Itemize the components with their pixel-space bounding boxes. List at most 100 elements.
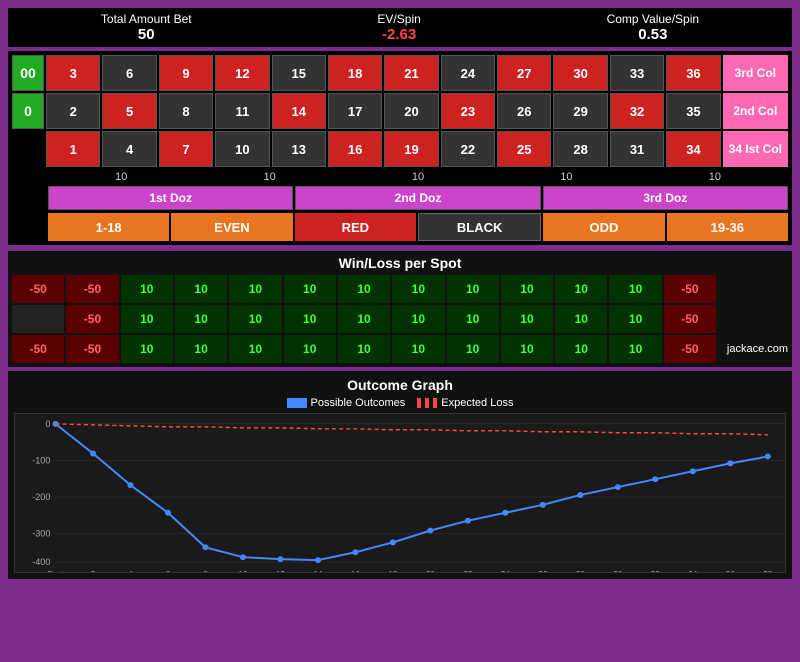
ev-label: EV/Spin (377, 12, 420, 26)
col-2nd[interactable]: 2nd Col (723, 93, 788, 129)
street-3[interactable]: 10 (345, 169, 491, 183)
svg-text:-100: -100 (32, 455, 50, 465)
stats-header: Total Amount Bet 50 EV/Spin -2.63 Comp V… (8, 8, 792, 47)
number-cell-36[interactable]: 36 (666, 55, 720, 91)
col-3rd[interactable]: 3rd Col (723, 55, 788, 91)
bet-1-18[interactable]: 1-18 (48, 213, 169, 241)
svg-text:4: 4 (128, 570, 133, 572)
bet-odd[interactable]: ODD (543, 213, 664, 241)
legend-possible-label: Possible Outcomes (311, 397, 406, 409)
dozens-row: 1st Doz 2nd Doz 3rd Doz (48, 186, 788, 210)
number-cell-30[interactable]: 30 (553, 55, 607, 91)
street-5[interactable]: 10 (642, 169, 788, 183)
svg-text:30: 30 (613, 570, 623, 572)
number-cell-5[interactable]: 5 (102, 93, 156, 129)
outside-bets: 1-18 EVEN RED BLACK ODD 19-36 (48, 213, 788, 241)
svg-text:26: 26 (538, 570, 548, 572)
number-cell-34[interactable]: 34 (666, 131, 720, 167)
number-cell-10[interactable]: 10 (215, 131, 269, 167)
number-cell-35[interactable]: 35 (666, 93, 720, 129)
wl-cell-2-1: -50 (66, 305, 118, 333)
wl-cell-1-7: 10 (392, 275, 444, 303)
number-cell-9[interactable]: 9 (159, 55, 213, 91)
graph-area: 0 -100 -200 -300 -400 Start 2 4 6 8 10 1… (14, 413, 786, 573)
ev-block: EV/Spin -2.63 (377, 12, 420, 43)
bet-19-36[interactable]: 19-36 (667, 213, 788, 241)
comp-block: Comp Value/Spin 0.53 (607, 12, 700, 43)
number-cell-3[interactable]: 3 (46, 55, 100, 91)
number-cell-13[interactable]: 13 (272, 131, 326, 167)
wl-cell-1-4: 10 (229, 275, 281, 303)
svg-text:8: 8 (203, 570, 208, 572)
dozen-1st[interactable]: 1st Doz (48, 186, 293, 210)
graph-svg: 0 -100 -200 -300 -400 Start 2 4 6 8 10 1… (15, 414, 785, 572)
wl-cell-3-2: 10 (121, 335, 173, 363)
number-cell-32[interactable]: 32 (610, 93, 664, 129)
number-cell-18[interactable]: 18 (328, 55, 382, 91)
winloss-grid: -50 -50 10 10 10 10 10 10 10 10 10 10 -5… (12, 275, 788, 363)
number-cell-2[interactable]: 2 (46, 93, 100, 129)
street-2[interactable]: 10 (196, 169, 342, 183)
number-cell-28[interactable]: 28 (553, 131, 607, 167)
dozen-3rd[interactable]: 3rd Doz (543, 186, 788, 210)
wl-cell-2-3: 10 (175, 305, 227, 333)
number-cell-19[interactable]: 19 (384, 131, 438, 167)
number-cell-33[interactable]: 33 (610, 55, 664, 91)
number-cell-17[interactable]: 17 (328, 93, 382, 129)
zero-00[interactable]: 00 (12, 55, 44, 91)
svg-text:22: 22 (463, 570, 473, 572)
wl-cell-3-10: 10 (555, 335, 607, 363)
number-cell-7[interactable]: 7 (159, 131, 213, 167)
wl-cell-1-1: -50 (66, 275, 118, 303)
number-cell-14[interactable]: 14 (272, 93, 326, 129)
svg-text:38: 38 (763, 570, 773, 572)
svg-text:6: 6 (166, 570, 171, 572)
number-cell-31[interactable]: 31 (610, 131, 664, 167)
graph-title: Outcome Graph (14, 377, 786, 393)
wl-cell-3-8: 10 (447, 335, 499, 363)
bet-red[interactable]: RED (295, 213, 416, 241)
legend-expected-label: Expected Loss (441, 397, 513, 409)
svg-text:-200: -200 (32, 492, 50, 502)
number-cell-15[interactable]: 15 (272, 55, 326, 91)
zero-0[interactable]: 0 (12, 93, 44, 129)
comp-value: 0.53 (607, 26, 700, 43)
number-cell-4[interactable]: 4 (102, 131, 156, 167)
street-1[interactable]: 10 (48, 169, 194, 183)
wl-cell-2-5: 10 (284, 305, 336, 333)
dozen-2nd[interactable]: 2nd Doz (295, 186, 540, 210)
total-bet-block: Total Amount Bet 50 (101, 12, 192, 43)
svg-text:34: 34 (688, 570, 698, 572)
wl-cell-1-6: 10 (338, 275, 390, 303)
bet-black[interactable]: BLACK (418, 213, 541, 241)
legend-possible: Possible Outcomes (287, 397, 406, 409)
wl-cell-3-9: 10 (501, 335, 553, 363)
svg-text:24: 24 (501, 570, 511, 572)
svg-text:-300: -300 (32, 529, 50, 539)
number-cell-20[interactable]: 20 (384, 93, 438, 129)
number-cell-16[interactable]: 16 (328, 131, 382, 167)
svg-text:14: 14 (313, 570, 323, 572)
graph-legend: Possible Outcomes Expected Loss (14, 397, 786, 409)
number-cell-21[interactable]: 21 (384, 55, 438, 91)
total-bet-label: Total Amount Bet (101, 12, 192, 26)
number-cell-24[interactable]: 24 (441, 55, 495, 91)
number-cell-1[interactable]: 1 (46, 131, 100, 167)
number-cell-12[interactable]: 12 (215, 55, 269, 91)
street-4[interactable]: 10 (493, 169, 639, 183)
number-cell-6[interactable]: 6 (102, 55, 156, 91)
number-cell-26[interactable]: 26 (497, 93, 551, 129)
col-1st[interactable]: 34 Ist Col (723, 131, 788, 167)
number-cell-23[interactable]: 23 (441, 93, 495, 129)
number-cell-29[interactable]: 29 (553, 93, 607, 129)
board-bottom: 10 10 10 10 10 (12, 169, 788, 183)
wl-cell-1-5: 10 (284, 275, 336, 303)
number-cell-11[interactable]: 11 (215, 93, 269, 129)
number-cell-22[interactable]: 22 (441, 131, 495, 167)
zeros-column: 00 0 (12, 55, 44, 167)
number-cell-27[interactable]: 27 (497, 55, 551, 91)
number-cell-25[interactable]: 25 (497, 131, 551, 167)
bet-even[interactable]: EVEN (171, 213, 292, 241)
svg-text:20: 20 (426, 570, 436, 572)
number-cell-8[interactable]: 8 (159, 93, 213, 129)
